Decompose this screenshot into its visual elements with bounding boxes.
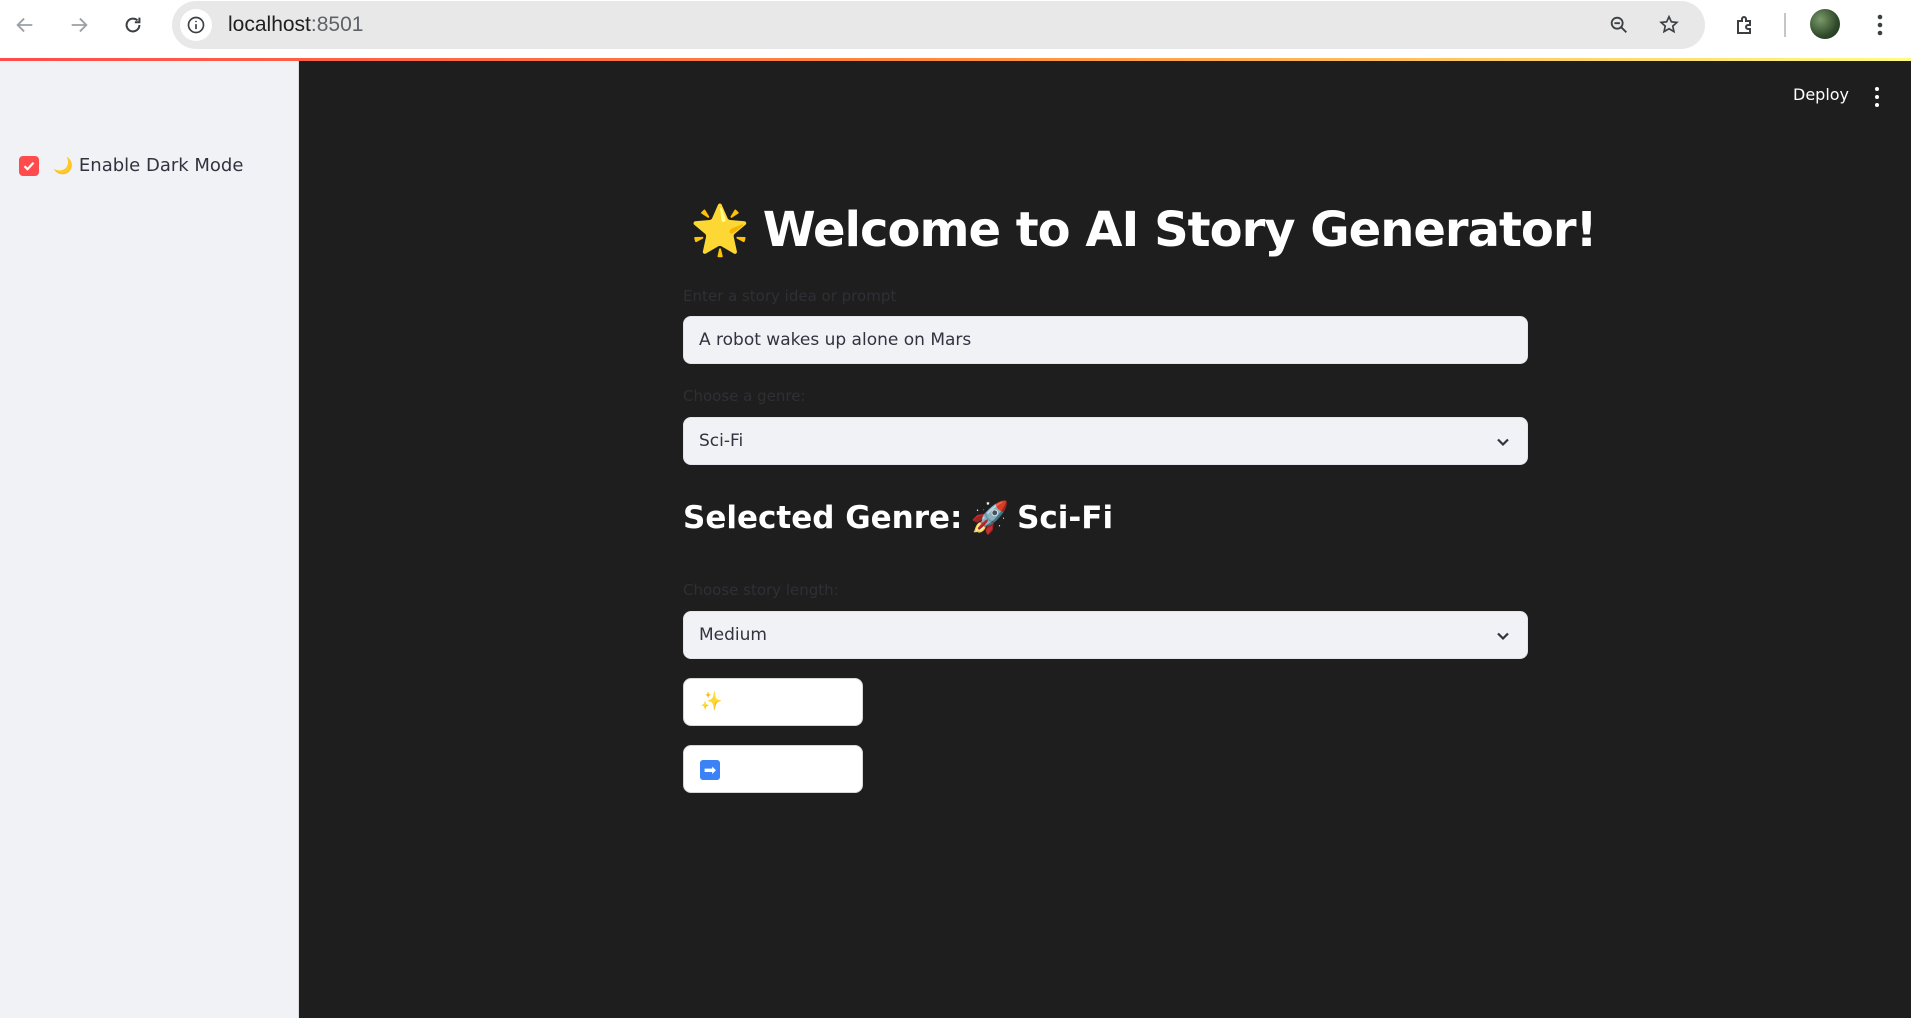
prompt-input[interactable]: A robot wakes up alone on Mars: [683, 316, 1528, 364]
url-text: localhost:8501: [228, 13, 363, 37]
profile-avatar[interactable]: [1810, 9, 1840, 39]
selected-genre-prefix: Selected Genre:: [683, 500, 963, 536]
dark-mode-toggle[interactable]: 🌙 Enable Dark Mode: [19, 155, 243, 176]
deploy-button[interactable]: Deploy: [1793, 85, 1849, 104]
address-bar[interactable]: localhost:8501: [172, 1, 1705, 49]
reload-icon[interactable]: [117, 9, 149, 41]
main-content: Deploy 🌟 Welcome to AI Story Generator! E…: [300, 61, 1911, 1018]
dark-mode-label-text: Enable Dark Mode: [78, 155, 244, 176]
selected-genre-heading: Selected Genre: 🚀 Sci-Fi: [683, 499, 1113, 536]
extensions-icon[interactable]: [1729, 9, 1761, 41]
main-menu-icon[interactable]: [1871, 87, 1883, 107]
prompt-label: Enter a story idea or prompt: [683, 287, 897, 305]
dark-mode-label: 🌙 Enable Dark Mode: [53, 155, 243, 176]
next-button[interactable]: ➡: [683, 745, 863, 793]
sparkles-icon: ✨: [700, 691, 723, 712]
zoom-icon[interactable]: [1605, 11, 1633, 39]
url-host: localhost: [228, 13, 311, 36]
url-port: :8501: [310, 13, 364, 36]
forward-icon[interactable]: [63, 9, 95, 41]
right-arrow-icon: ➡: [700, 760, 720, 780]
prompt-input-value: A robot wakes up alone on Mars: [699, 330, 972, 350]
length-select[interactable]: Medium: [683, 611, 1528, 659]
star-icon: 🌟: [690, 202, 750, 258]
chevron-down-icon: [1497, 632, 1509, 641]
length-select-value: Medium: [699, 625, 767, 645]
genre-select-value: Sci-Fi: [699, 431, 744, 451]
genre-label: Choose a genre:: [683, 387, 806, 405]
browser-menu-icon[interactable]: [1864, 9, 1896, 41]
bookmark-star-icon[interactable]: [1655, 11, 1683, 39]
dark-mode-checkbox[interactable]: [19, 155, 39, 176]
site-info-icon[interactable]: [180, 9, 212, 41]
chevron-down-icon: [1497, 438, 1509, 447]
moon-icon: 🌙: [53, 156, 73, 175]
sidebar: 🌙 Enable Dark Mode: [0, 61, 299, 1018]
length-label: Choose story length:: [683, 581, 839, 599]
toolbar-divider: [1784, 13, 1786, 37]
back-icon[interactable]: [9, 9, 41, 41]
rocket-icon: 🚀: [970, 500, 1010, 536]
selected-genre-value: Sci-Fi: [1017, 500, 1114, 536]
page-title-text: Welcome to AI Story Generator!: [762, 202, 1598, 258]
browser-toolbar: localhost:8501: [0, 0, 1911, 59]
page-title: 🌟 Welcome to AI Story Generator!: [690, 201, 1598, 258]
generate-story-button[interactable]: ✨: [683, 678, 863, 726]
genre-select[interactable]: Sci-Fi: [683, 417, 1528, 465]
